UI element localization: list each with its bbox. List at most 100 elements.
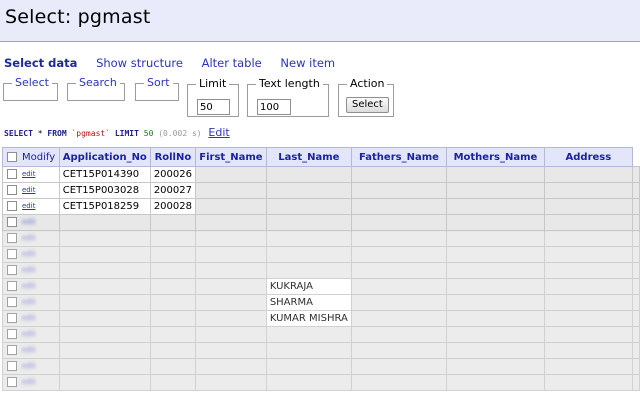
row-checkbox[interactable] (7, 217, 17, 227)
cell-first-name (195, 310, 267, 327)
cell-last-name (265, 262, 352, 279)
cell-fathers-name (350, 246, 448, 263)
menu-select-data[interactable]: Select data (4, 56, 77, 70)
row-edit-link[interactable]: edit (22, 266, 35, 274)
table-row: edit (2, 230, 640, 247)
row-edit-link[interactable]: edit (22, 218, 35, 226)
sql-select-keyword: SELECT (4, 129, 33, 138)
row-edit-link[interactable]: edit (22, 250, 35, 258)
cell-application-no (58, 310, 151, 327)
row-modify-cell: edit (2, 246, 60, 263)
row-modify-cell: edit (2, 182, 60, 199)
row-edit-link[interactable]: edit (22, 234, 35, 242)
table-row: edit CET15P003028 200027 (2, 182, 640, 199)
row-checkbox[interactable] (7, 185, 17, 195)
column-header-application-no[interactable]: Application_No (58, 147, 151, 167)
column-header-mothers-name[interactable]: Mothers_Name (446, 147, 545, 167)
cell-fathers-name (350, 166, 448, 183)
cell-last-name (265, 214, 352, 231)
row-checkbox[interactable] (7, 377, 17, 387)
column-header-address[interactable]: Address (543, 147, 634, 167)
select-columns-link[interactable]: Select (12, 76, 52, 90)
row-edit-link[interactable]: edit (22, 202, 35, 210)
cell-mothers-name (446, 374, 545, 391)
cell-overflow (632, 358, 640, 375)
row-checkbox[interactable] (7, 233, 17, 243)
row-checkbox[interactable] (7, 265, 17, 275)
cell-last-name (265, 342, 352, 359)
cell-application-no (58, 230, 151, 247)
row-edit-link[interactable]: edit (22, 378, 35, 386)
cell-first-name (195, 182, 267, 199)
cell-fathers-name (350, 358, 448, 375)
row-checkbox[interactable] (7, 361, 17, 371)
row-checkbox[interactable] (7, 297, 17, 307)
column-header-first-name[interactable]: First_Name (195, 147, 267, 167)
row-edit-link[interactable]: edit (22, 362, 35, 370)
row-checkbox[interactable] (7, 249, 17, 259)
cell-first-name (195, 278, 267, 295)
row-checkbox[interactable] (7, 313, 17, 323)
text-length-fieldset: Text length (247, 77, 329, 117)
sort-link[interactable]: Sort (144, 76, 173, 90)
query-time: (0.002 s) (158, 129, 202, 138)
cell-first-name (195, 326, 267, 343)
row-checkbox[interactable] (7, 169, 17, 179)
cell-address (543, 214, 634, 231)
select-all-checkbox[interactable] (7, 151, 17, 162)
cell-rollno (149, 294, 197, 311)
cell-address (543, 374, 634, 391)
row-checkbox[interactable] (7, 281, 17, 291)
row-edit-link[interactable]: edit (22, 298, 35, 306)
sql-star: * (37, 129, 43, 138)
cell-rollno (149, 246, 197, 263)
search-fieldset: Search (67, 76, 125, 101)
cell-fathers-name (350, 262, 448, 279)
column-header-rollno[interactable]: RollNo (149, 147, 197, 167)
cell-address (543, 262, 634, 279)
select-button[interactable]: Select (346, 97, 389, 113)
text-length-label: Text length (256, 77, 323, 91)
row-checkbox[interactable] (7, 345, 17, 355)
row-checkbox[interactable] (7, 329, 17, 339)
search-link[interactable]: Search (76, 76, 120, 90)
row-modify-cell: edit (2, 230, 60, 247)
cell-overflow (632, 182, 640, 199)
column-header-last-name[interactable]: Last_Name (265, 147, 352, 167)
cell-rollno (149, 342, 197, 359)
action-fieldset: Action Select (338, 77, 394, 117)
cell-last-name (265, 358, 352, 375)
table-row: edit (2, 358, 640, 375)
limit-input[interactable] (197, 99, 230, 115)
row-modify-cell: edit (2, 342, 60, 359)
cell-overflow (632, 198, 640, 215)
cell-last-name: KUMAR MISHRA (265, 310, 352, 327)
cell-first-name (195, 358, 267, 375)
row-modify-cell: edit (2, 294, 60, 311)
row-edit-link[interactable]: edit (22, 346, 35, 354)
table-row: edit SHARMA (2, 294, 640, 311)
menu-new-item[interactable]: New item (280, 56, 335, 70)
row-edit-link[interactable]: edit (22, 170, 35, 178)
menu-show-structure[interactable]: Show structure (96, 56, 183, 70)
row-edit-link[interactable]: edit (22, 330, 35, 338)
row-modify-cell: edit (2, 198, 60, 215)
menu-alter-table[interactable]: Alter table (202, 56, 262, 70)
cell-last-name (265, 198, 352, 215)
cell-address (543, 198, 634, 215)
text-length-input[interactable] (257, 99, 291, 115)
column-header-fathers-name[interactable]: Fathers_Name (350, 147, 448, 167)
edit-query-link[interactable]: Edit (208, 126, 229, 139)
row-edit-link[interactable]: edit (22, 282, 35, 290)
cell-overflow (632, 294, 640, 311)
cell-mothers-name (446, 198, 545, 215)
row-edit-link[interactable]: edit (22, 186, 35, 194)
cell-mothers-name (446, 166, 545, 183)
cell-fathers-name (350, 182, 448, 199)
limit-label: Limit (196, 77, 230, 91)
select-fieldset: Select (3, 76, 58, 101)
cell-first-name (195, 294, 267, 311)
cell-overflow (632, 342, 640, 359)
row-checkbox[interactable] (7, 201, 17, 211)
row-edit-link[interactable]: edit (22, 314, 35, 322)
